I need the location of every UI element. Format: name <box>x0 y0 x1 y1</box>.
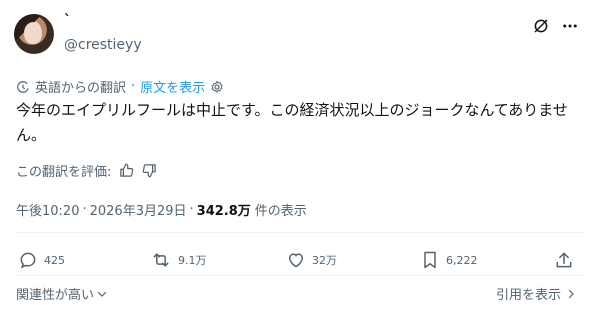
repost-count: 9.1万 <box>178 254 207 267</box>
tweet-meta: 午後10:20 · 2026年3月29日 · 342.8万 件の表示 <box>16 200 307 219</box>
bookmark-count: 6,222 <box>446 253 478 267</box>
meta-separator: · <box>82 202 87 217</box>
meta-separator: · <box>189 202 194 217</box>
translation-bar: 英語からの翻訳 · 原文を表示 <box>16 77 224 96</box>
tweet-time[interactable]: 午後10:20 <box>16 200 79 219</box>
translation-source-label: 英語からの翻訳 <box>35 81 127 96</box>
sort-relevance[interactable]: 関連性が高い <box>16 284 108 303</box>
rate-translation: この翻訳を評価: <box>16 161 157 180</box>
view-quotes-link[interactable]: 引用を表示 <box>496 284 577 303</box>
bookmark-button[interactable]: 6,222 <box>420 250 478 270</box>
display-name[interactable]: ` <box>64 13 71 29</box>
like-button[interactable]: 32万 <box>286 250 337 270</box>
rate-label: この翻訳を評価: <box>16 165 112 180</box>
view-label: 件の表示 <box>254 204 307 219</box>
settings-icon[interactable] <box>210 80 224 94</box>
divider <box>16 232 585 233</box>
grok-icon[interactable] <box>531 16 551 36</box>
reply-count: 425 <box>44 253 65 267</box>
view-quotes-label: 引用を表示 <box>496 288 562 303</box>
like-icon <box>286 250 306 270</box>
user-handle[interactable]: @crestieyy <box>64 37 142 53</box>
reply-icon <box>18 250 38 270</box>
bookmark-icon <box>420 250 440 270</box>
reply-button[interactable]: 425 <box>18 250 65 270</box>
share-button[interactable] <box>554 250 574 270</box>
thumb-down-icon[interactable] <box>142 163 157 178</box>
translate-icon <box>16 80 30 94</box>
tweet-date[interactable]: 2026年3月29日 <box>90 200 187 219</box>
repost-button[interactable]: 9.1万 <box>150 250 207 270</box>
chevron-down-icon <box>96 288 108 300</box>
chevron-right-icon <box>565 288 577 300</box>
avatar[interactable] <box>14 14 54 54</box>
more-icon[interactable] <box>560 16 580 36</box>
sort-label: 関連性が高い <box>16 288 95 303</box>
like-count: 32万 <box>312 254 337 267</box>
show-original-link[interactable]: 原文を表示 <box>140 77 205 96</box>
tweet-text: 今年のエイプリルフールは中止です。この経済状況以上のジョークなんてありません。 <box>16 101 568 144</box>
share-icon <box>554 250 574 270</box>
divider <box>16 275 585 276</box>
thumb-up-icon[interactable] <box>119 163 134 178</box>
view-count: 342.8万 <box>196 204 251 219</box>
repost-icon <box>150 250 172 270</box>
